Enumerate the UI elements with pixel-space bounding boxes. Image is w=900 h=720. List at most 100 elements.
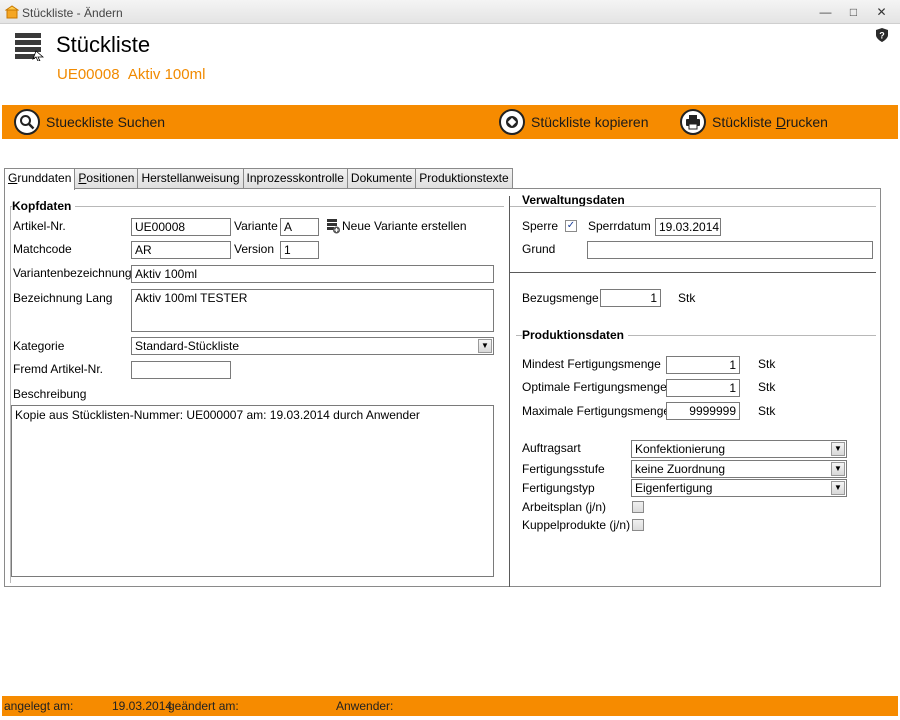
app-icon xyxy=(5,5,19,19)
sperre-checkbox[interactable]: ✓ xyxy=(565,220,577,232)
kopfdaten-heading: Kopfdaten xyxy=(12,199,76,213)
new-variant-label: Neue Variante erstellen xyxy=(342,219,467,233)
artikel-nr-label: Artikel-Nr. xyxy=(13,219,66,233)
matchcode-field[interactable]: AR xyxy=(131,241,231,259)
minimize-button[interactable]: — xyxy=(812,2,839,22)
search-parts-list-button[interactable]: Stueckliste Suchen xyxy=(14,105,165,139)
angelegt-label: angelegt am: xyxy=(4,699,74,713)
fertigungsstufe-select[interactable]: keine Zuordnung ▼ xyxy=(631,460,847,478)
bezugsmenge-label: Bezugsmenge xyxy=(522,291,599,305)
print-parts-list-button[interactable]: Stückliste Drucken xyxy=(680,105,828,139)
kopfdaten-divider xyxy=(10,206,504,207)
optimal-unit: Stk xyxy=(758,380,776,394)
geaendert-label: geändert am: xyxy=(168,699,239,713)
chevron-down-icon[interactable]: ▼ xyxy=(831,481,845,495)
mindest-unit: Stk xyxy=(758,357,776,371)
tab-grunddaten[interactable]: Grunddaten xyxy=(4,168,76,190)
kategorie-label: Kategorie xyxy=(13,339,65,353)
kategorie-value: Standard-Stückliste xyxy=(135,339,240,353)
column-separator xyxy=(509,196,510,587)
angelegt-value: 19.03.2014 xyxy=(112,699,173,713)
maximize-icon: □ xyxy=(849,5,858,19)
chevron-down-icon[interactable]: ▼ xyxy=(831,442,845,456)
copy-icon xyxy=(499,109,525,135)
help-shield-icon[interactable]: ? xyxy=(875,28,889,42)
close-button[interactable]: ✕ xyxy=(868,2,895,22)
minimize-icon: — xyxy=(819,5,832,19)
tab-inprozesskontrolle[interactable]: Inprozesskontrolle xyxy=(242,168,348,189)
status-bar: angelegt am: 19.03.2014 geändert am: Anw… xyxy=(2,696,898,716)
action-toolbar: Stueckliste Suchen Stückliste kopieren S… xyxy=(2,105,898,139)
window-title: Stückliste - Ändern xyxy=(22,6,123,20)
grund-label: Grund xyxy=(522,242,556,256)
auftragsart-value: Konfektionierung xyxy=(635,442,726,456)
mindest-label: Mindest Fertigungsmenge xyxy=(522,357,661,371)
tab-dokumente[interactable]: Dokumente xyxy=(346,168,417,189)
grund-field[interactable] xyxy=(587,241,873,259)
version-field[interactable]: 1 xyxy=(280,241,319,259)
tab-positionen[interactable]: Positionen xyxy=(74,168,139,189)
tab-herstellanweisung[interactable]: Herstellanweisung xyxy=(137,168,244,189)
fremd-artikel-field[interactable] xyxy=(131,361,231,379)
search-icon xyxy=(14,109,40,135)
title-bar: Stückliste - Ändern — □ ✕ xyxy=(0,0,900,24)
tab-produktionstexte[interactable]: Produktionstexte xyxy=(415,168,513,189)
chevron-down-icon[interactable]: ▼ xyxy=(478,339,492,353)
fertigungsstufe-label: Fertigungsstufe xyxy=(522,462,605,476)
variantenbezeichnung-label: Variantenbezeichnung xyxy=(13,266,132,280)
copy-label: Stückliste kopieren xyxy=(531,114,649,130)
fertigungstyp-value: Eigenfertigung xyxy=(635,481,713,495)
kuppelprodukte-checkbox[interactable] xyxy=(632,519,644,531)
arbeitsplan-label: Arbeitsplan (j/n) xyxy=(522,500,607,514)
variante-label: Variante xyxy=(234,219,278,233)
print-label: Stückliste Drucken xyxy=(712,114,828,130)
fremd-artikel-label: Fremd Artikel-Nr. xyxy=(13,362,104,376)
close-icon: ✕ xyxy=(876,5,887,19)
chevron-down-icon[interactable]: ▼ xyxy=(831,462,845,476)
search-label: Stueckliste Suchen xyxy=(46,114,166,130)
verwaltung-bottom-line xyxy=(510,272,876,273)
maximal-label: Maximale Fertigungsmenge xyxy=(522,404,671,418)
optimal-label: Optimale Fertigungsmenge xyxy=(522,380,667,394)
new-variant-button[interactable]: Neue Variante erstellen xyxy=(326,218,467,234)
version-label: Version xyxy=(234,242,275,256)
new-variant-icon xyxy=(327,219,340,234)
parts-list-icon xyxy=(15,33,44,61)
fertigungstyp-select[interactable]: Eigenfertigung ▼ xyxy=(631,479,847,497)
kategorie-select[interactable]: Standard-Stückliste ▼ xyxy=(131,337,494,355)
page-subtitle: UE00008 Aktiv 100ml xyxy=(57,66,205,83)
sperrdatum-field[interactable]: 19.03.2014 xyxy=(655,218,721,236)
artikel-nr-field[interactable]: UE00008 xyxy=(131,218,231,236)
fertigungstyp-label: Fertigungstyp xyxy=(522,481,595,495)
auftragsart-label: Auftragsart xyxy=(522,441,581,455)
mindest-field[interactable]: 1 xyxy=(666,356,740,374)
auftragsart-select[interactable]: Konfektionierung ▼ xyxy=(631,440,847,458)
maximal-unit: Stk xyxy=(758,404,776,418)
matchcode-label: Matchcode xyxy=(13,242,72,256)
arbeitsplan-checkbox[interactable] xyxy=(632,501,644,513)
produktionsdaten-heading: Produktionsdaten xyxy=(522,328,629,342)
kuppelprodukte-label: Kuppelprodukte (j/n) xyxy=(522,518,631,532)
bezeichnung-lang-field[interactable]: Aktiv 100ml TESTER xyxy=(131,289,494,332)
variantenbezeichnung-field[interactable]: Aktiv 100ml xyxy=(131,265,494,283)
subtitle-name: Aktiv 100ml xyxy=(127,66,206,83)
beschreibung-label: Beschreibung xyxy=(13,387,87,401)
verwaltungsdaten-divider xyxy=(510,206,876,207)
subtitle-code: UE00008 xyxy=(57,66,120,83)
bezugsmenge-field[interactable]: 1 xyxy=(600,289,661,307)
beschreibung-field[interactable]: Kopie aus Stücklisten-Nummer: UE000007 a… xyxy=(11,405,494,577)
fertigungsstufe-value: keine Zuordnung xyxy=(635,462,726,476)
sperre-label: Sperre xyxy=(522,219,559,233)
sperrdatum-label: Sperrdatum xyxy=(588,219,651,233)
printer-icon xyxy=(680,109,706,135)
bezugsmenge-unit: Stk xyxy=(678,291,696,305)
tab-bar: Grunddaten Positionen Herstellanweisung … xyxy=(4,168,513,190)
optimal-field[interactable]: 1 xyxy=(666,379,740,397)
verwaltungsdaten-heading: Verwaltungsdaten xyxy=(522,193,629,207)
copy-parts-list-button[interactable]: Stückliste kopieren xyxy=(499,105,649,139)
maximal-field[interactable]: 9999999 xyxy=(666,402,740,420)
svg-text:?: ? xyxy=(879,31,885,41)
bezeichnung-lang-label: Bezeichnung Lang xyxy=(13,291,113,305)
maximize-button[interactable]: □ xyxy=(840,2,867,22)
variante-field[interactable]: A xyxy=(280,218,319,236)
